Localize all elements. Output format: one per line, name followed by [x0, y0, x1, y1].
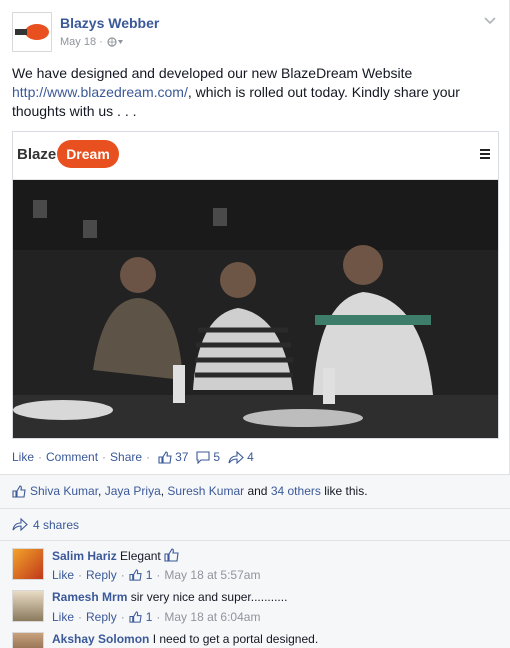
comment-body: Akshay Solomon I need to get a portal de… — [52, 632, 318, 647]
comment-button[interactable]: Comment — [46, 450, 98, 464]
comment-body: Ramesh Mrm sir very nice and super......… — [52, 590, 287, 605]
post-link[interactable]: http://www.blazedream.com/ — [12, 84, 188, 100]
commenter-avatar[interactable] — [12, 590, 44, 622]
audience-globe-icon[interactable] — [107, 37, 123, 47]
separator-dot: · — [120, 568, 125, 582]
post-text: We have designed and developed our new B… — [12, 64, 482, 121]
liker-name[interactable]: Shiva Kumar — [30, 484, 98, 498]
thumbs-up-icon — [158, 450, 172, 464]
comment-text: Elegant — [120, 549, 161, 563]
comment-bubble-icon — [196, 450, 210, 464]
post-actions: Like · Comment · Share · 37 5 4 — [12, 450, 254, 464]
comment-like-button[interactable]: Like — [52, 610, 74, 624]
commenter-avatar[interactable] — [12, 632, 44, 648]
site-header: Blaze Dream — [13, 132, 498, 180]
comment-time[interactable]: May 18 at 5:57am — [164, 568, 260, 582]
brand-dream-text: Dream — [57, 140, 119, 168]
thumbs-up-icon — [129, 611, 142, 623]
comment-likes-count[interactable]: 1 — [146, 610, 153, 624]
commenter-avatar[interactable] — [12, 548, 44, 580]
facebook-post: Blazys Webber May 18 · We have designed … — [0, 0, 510, 648]
thumbs-up-icon — [129, 569, 142, 581]
author-name[interactable]: Blazys Webber — [60, 15, 159, 31]
author-avatar[interactable] — [12, 12, 52, 52]
comment-like-button[interactable]: Like — [52, 568, 74, 582]
separator-dot: · — [146, 450, 151, 464]
thumbs-up-icon — [164, 548, 179, 562]
comment-meta: Like · Reply · 1 · May 18 at 6:04am — [52, 610, 260, 624]
comment-body: Salim Hariz Elegant — [52, 548, 180, 564]
commenter-name[interactable]: Ramesh Mrm — [52, 590, 127, 604]
comments-count-value: 5 — [213, 450, 221, 464]
comment-likes-count[interactable]: 1 — [146, 568, 153, 582]
menu-hamburger-icon[interactable] — [480, 149, 490, 159]
separator-dot: · — [78, 610, 83, 624]
website-preview-attachment[interactable]: Blaze Dream — [12, 131, 499, 439]
liker-name[interactable]: Suresh Kumar — [167, 484, 244, 498]
thumbs-up-icon — [12, 484, 26, 498]
commenter-name[interactable]: Akshay Solomon — [52, 632, 149, 646]
likes-and: and — [244, 484, 271, 498]
post-text-intro: We have designed and developed our new B… — [12, 65, 413, 81]
comments-count[interactable]: 5 — [196, 450, 220, 464]
divider — [0, 540, 510, 541]
separator-dot: · — [38, 450, 43, 464]
share-arrow-icon — [228, 450, 244, 464]
post-meta: May 18 · — [60, 36, 123, 48]
comment-reply-button[interactable]: Reply — [86, 568, 117, 582]
post-header: Blazys Webber May 18 · — [12, 12, 497, 52]
shares-row[interactable]: 4 shares — [0, 508, 510, 540]
liker-name[interactable]: Jaya Priya — [105, 484, 161, 498]
comment-meta: Like · Reply · 1 · May 18 at 5:57am — [52, 568, 260, 582]
shares-label: 4 shares — [33, 517, 80, 532]
separator-dot: · — [156, 568, 161, 582]
comment-time[interactable]: May 18 at 6:04am — [164, 610, 260, 624]
blazedream-brand-logo: Blaze Dream — [17, 140, 119, 168]
comment-item: Ramesh Mrm sir very nice and super......… — [12, 590, 498, 630]
separator-dot: · — [78, 568, 83, 582]
likes-summary: Shiva Kumar, Jaya Priya, Suresh Kumar an… — [12, 484, 368, 498]
blazedream-logo-icon — [15, 24, 49, 40]
post-options-chevron-icon[interactable] — [483, 14, 497, 28]
likes-tail: like this. — [320, 484, 368, 498]
shares-count-value: 4 — [247, 450, 254, 464]
photo-content-image — [13, 180, 498, 438]
likes-count-value: 37 — [175, 450, 189, 464]
comment-text: I need to get a portal designed. — [152, 632, 319, 646]
likes-count[interactable]: 37 — [158, 450, 188, 464]
commenter-name[interactable]: Salim Hariz — [52, 549, 117, 563]
comment-reply-button[interactable]: Reply — [86, 610, 117, 624]
team-photo — [13, 180, 498, 438]
separator-dot: · — [120, 610, 125, 624]
comment-item: Salim Hariz Elegant Like · Reply · 1 · M… — [12, 548, 498, 588]
share-button[interactable]: Share — [110, 450, 142, 464]
separator-dot: · — [156, 610, 161, 624]
brand-blaze-text: Blaze — [17, 145, 57, 163]
comment-text: sir very nice and super........... — [130, 590, 288, 604]
share-arrow-icon — [12, 518, 28, 531]
like-button[interactable]: Like — [12, 450, 34, 464]
likes-others-link[interactable]: 34 others — [271, 484, 321, 498]
comment-item: Akshay Solomon I need to get a portal de… — [12, 632, 498, 648]
separator-dot: · — [102, 450, 107, 464]
post-date[interactable]: May 18 · — [60, 36, 103, 48]
shares-count[interactable]: 4 — [228, 450, 254, 464]
